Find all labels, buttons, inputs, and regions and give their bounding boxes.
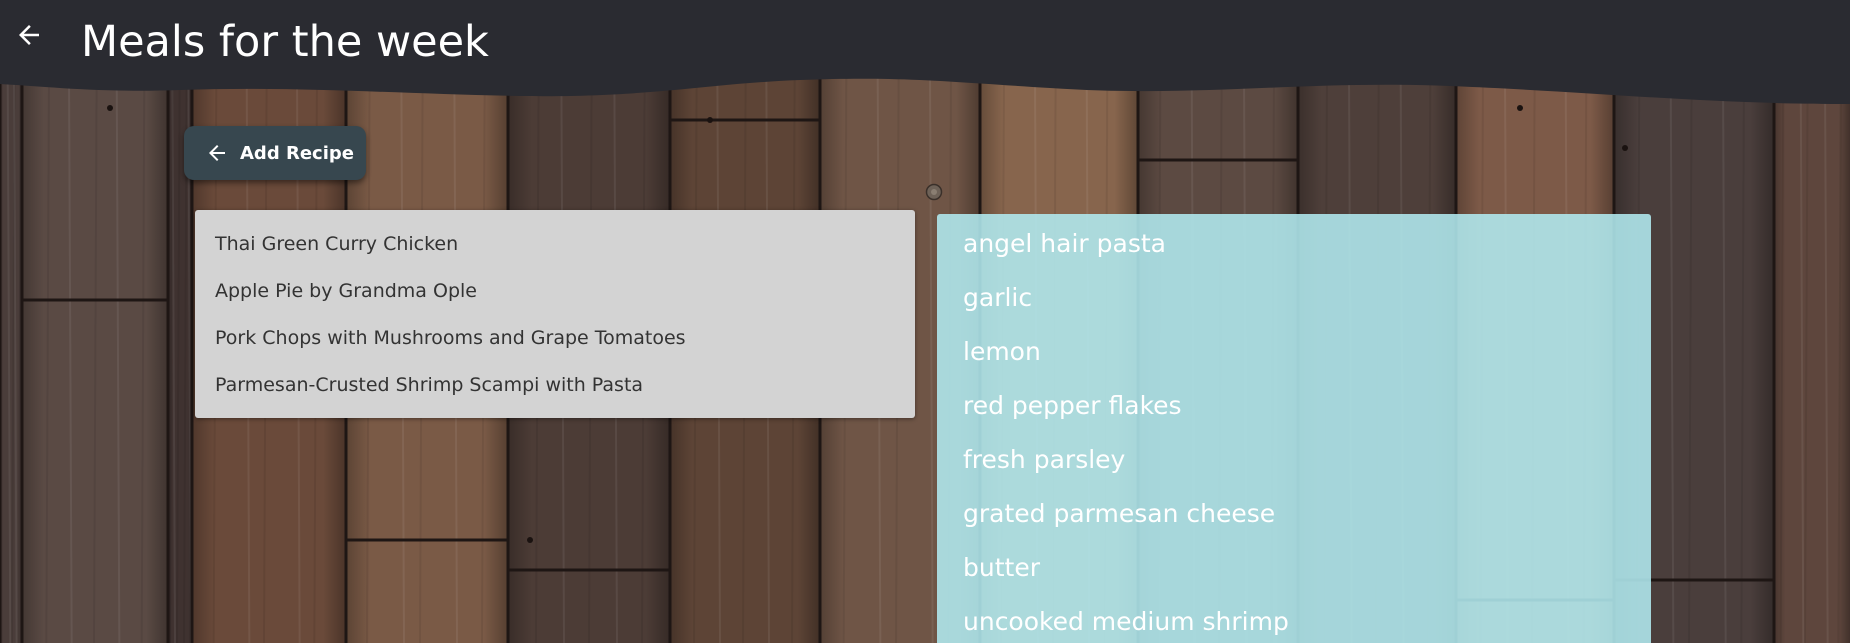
ingredient-item: red pepper flakes <box>963 391 1182 420</box>
ingredients-panel: angel hair pasta garlic lemon red pepper… <box>937 214 1651 643</box>
ingredient-item: fresh parsley <box>963 445 1126 474</box>
arrow-left-icon <box>204 140 230 166</box>
recipe-item-pork-chops[interactable]: Pork Chops with Mushrooms and Grape Toma… <box>195 321 915 368</box>
ingredient-item: lemon <box>963 337 1041 366</box>
page-title: Meals for the week <box>81 17 489 67</box>
app-screen: Meals for the week Add Recipe Thai Green… <box>0 0 1850 643</box>
recipe-list: Thai Green Curry Chicken Apple Pie by Gr… <box>195 210 915 418</box>
ingredient-item: garlic <box>963 283 1033 312</box>
add-recipe-label: Add Recipe <box>240 142 354 164</box>
recipe-item-shrimp-scampi[interactable]: Parmesan-Crusted Shrimp Scampi with Past… <box>195 368 915 415</box>
ingredient-item: angel hair pasta <box>963 229 1166 258</box>
recipe-item-apple-pie[interactable]: Apple Pie by Grandma Ople <box>195 274 915 321</box>
back-arrow-icon[interactable] <box>14 20 56 62</box>
recipe-item-thai-green-curry-chicken[interactable]: Thai Green Curry Chicken <box>195 227 915 274</box>
add-recipe-button[interactable]: Add Recipe <box>184 126 366 180</box>
ingredient-item: grated parmesan cheese <box>963 499 1276 528</box>
wood-knot <box>925 183 943 201</box>
ingredient-item: butter <box>963 553 1040 582</box>
app-bar: Meals for the week <box>0 0 1850 110</box>
ingredient-item: uncooked medium shrimp <box>963 607 1289 636</box>
